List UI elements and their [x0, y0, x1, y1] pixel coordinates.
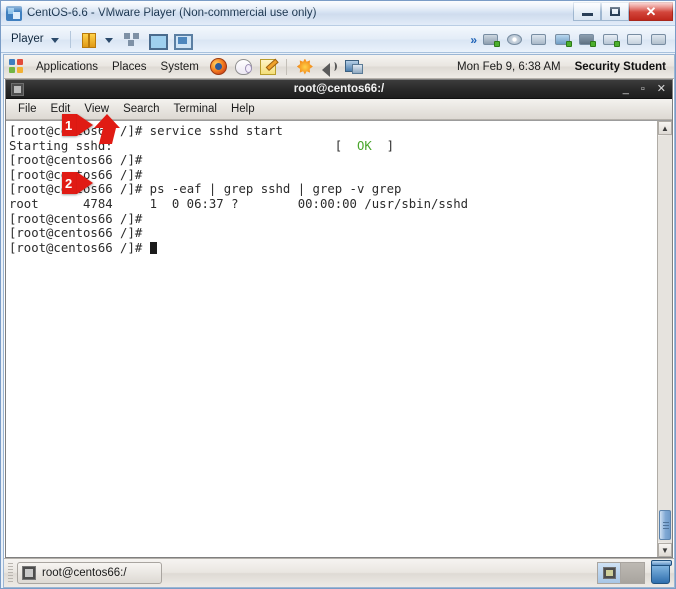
taskbar-window-button[interactable]: root@centos66:/	[17, 562, 162, 584]
hard-disk-icon[interactable]	[481, 30, 501, 49]
minimize-icon	[581, 13, 593, 16]
firefox-icon[interactable]	[209, 58, 227, 75]
menu-applications[interactable]: Applications	[29, 61, 105, 73]
overflow-chevron-icon[interactable]: »	[470, 33, 477, 47]
workspace-1[interactable]	[598, 563, 621, 583]
terminal-line-6: root 4784 1 0 06:37 ? 00:00:00 /usr/sbin…	[9, 196, 469, 211]
pause-chevron-down-icon[interactable]	[104, 37, 113, 43]
terminal-maximize-button[interactable]: ▫	[641, 83, 645, 95]
gnome-foot-icon	[9, 59, 24, 74]
vmware-icon	[6, 5, 22, 21]
status-ok: OK	[356, 138, 372, 153]
gnome-top-panel: Applications Places System Mon Feb 9, 6:…	[4, 55, 674, 79]
usb-icon[interactable]	[625, 30, 645, 49]
user-menu[interactable]: Security Student	[575, 61, 666, 73]
unity-mode-icon[interactable]	[171, 30, 193, 50]
desktop-area: root@centos66:/ _ ▫ ✕ File Edit View Sea…	[4, 79, 674, 558]
display-icon[interactable]	[649, 30, 669, 49]
terminal-line-5-prompt: [root@centos66 /]#	[9, 182, 150, 197]
gnome-bottom-panel: root@centos66:/	[4, 558, 674, 587]
window-controls: ✕	[573, 2, 673, 21]
panel-right-group: Mon Feb 9, 6:38 AM Security Student	[447, 61, 674, 73]
status-bracket-open: [	[334, 138, 343, 153]
menu-places[interactable]: Places	[105, 61, 154, 73]
menu-system[interactable]: System	[154, 61, 206, 73]
cd-dvd-icon[interactable]	[505, 30, 525, 49]
terminal-line-8: [root@centos66 /]#	[9, 226, 143, 241]
screenshot-root: CentOS-6.6 - VMware Player (Non-commerci…	[0, 0, 676, 589]
guest-os-screen: Applications Places System Mon Feb 9, 6:…	[3, 54, 675, 588]
terminal-scrollbar[interactable]: ▲ ▼	[657, 121, 672, 557]
terminal-titlebar: root@centos66:/ _ ▫ ✕	[6, 80, 672, 99]
menu-help[interactable]: Help	[224, 103, 262, 115]
terminal-minimize-button[interactable]: _	[623, 83, 629, 95]
floppy-icon[interactable]	[529, 30, 549, 49]
menu-view[interactable]: View	[77, 103, 116, 115]
vmware-device-tray: »	[470, 26, 671, 53]
sound-card-icon[interactable]	[601, 30, 621, 49]
vmware-window-title: CentOS-6.6 - VMware Player (Non-commerci…	[27, 7, 317, 19]
workspace-switcher[interactable]	[597, 562, 645, 584]
evolution-mail-icon[interactable]	[234, 58, 252, 75]
fullscreen-icon[interactable]	[146, 30, 168, 50]
chevron-down-icon[interactable]	[50, 37, 59, 43]
menu-edit[interactable]: Edit	[44, 103, 78, 115]
taskbar-window-label: root@centos66:/	[42, 567, 127, 579]
clock[interactable]: Mon Feb 9, 6:38 AM	[457, 61, 561, 73]
terminal-close-button[interactable]: ✕	[657, 83, 666, 95]
terminal-cursor	[149, 241, 157, 254]
vmware-toolbar: Player »	[1, 26, 675, 53]
panel-grip	[8, 563, 13, 583]
network-adapter-icon[interactable]	[553, 30, 573, 49]
player-menu-button[interactable]: Player	[5, 33, 47, 45]
minimize-button[interactable]	[573, 2, 601, 21]
terminal-menubar: File Edit View Search Terminal Help	[6, 99, 672, 120]
maximize-icon	[610, 7, 620, 16]
status-bracket-close: ]	[386, 138, 395, 153]
terminal-output[interactable]: [root@centos66 /]# service sshd start St…	[6, 121, 657, 557]
close-button[interactable]: ✕	[629, 2, 673, 21]
workspace-2[interactable]	[621, 563, 644, 583]
toolbar-separator	[69, 30, 71, 48]
terminal-line-4: [root@centos66 /]#	[9, 167, 143, 182]
panel-separator	[285, 58, 287, 75]
volume-icon[interactable]	[321, 59, 337, 77]
terminal-window: root@centos66:/ _ ▫ ✕ File Edit View Sea…	[5, 79, 673, 558]
terminal-title: root@centos66:/	[293, 83, 385, 95]
scroll-up-icon[interactable]: ▲	[658, 121, 672, 135]
pause-icon[interactable]	[78, 30, 99, 49]
terminal-line-1-command: service sshd start	[149, 124, 283, 138]
terminal-line-9: [root@centos66 /]#	[9, 240, 143, 255]
terminal-line-5-command: ps -eaf | grep sshd | grep -v grep	[149, 182, 402, 197]
terminal-line-3: [root@centos66 /]#	[9, 153, 143, 168]
network-monitor-icon[interactable]	[344, 59, 363, 74]
scrollbar-track[interactable]	[658, 136, 672, 542]
terminal-line-2-text: Starting sshd:	[9, 138, 113, 153]
maximize-button[interactable]	[601, 2, 629, 21]
bottom-panel-right	[597, 560, 672, 584]
scrollbar-thumb[interactable]	[659, 510, 671, 540]
vmware-player-window: CentOS-6.6 - VMware Player (Non-commerci…	[0, 0, 676, 589]
terminal-line-1-prompt: [root@centos66 /]#	[9, 124, 150, 138]
snapshot-manager-icon[interactable]	[121, 30, 142, 49]
text-editor-icon[interactable]	[259, 58, 276, 75]
menu-file[interactable]: File	[11, 103, 44, 115]
software-update-icon[interactable]	[296, 58, 313, 75]
terminal-window-controls: _ ▫ ✕	[623, 83, 666, 95]
scroll-down-icon[interactable]: ▼	[658, 543, 672, 557]
vmware-titlebar: CentOS-6.6 - VMware Player (Non-commerci…	[1, 1, 675, 26]
menu-search[interactable]: Search	[116, 103, 166, 115]
terminal-line-7: [root@centos66 /]#	[9, 211, 143, 226]
printer-icon[interactable]	[577, 30, 597, 49]
trash-icon[interactable]	[651, 560, 672, 584]
menu-terminal[interactable]: Terminal	[167, 103, 224, 115]
terminal-body: [root@centos66 /]# service sshd start St…	[6, 120, 672, 557]
terminal-icon	[22, 566, 36, 580]
